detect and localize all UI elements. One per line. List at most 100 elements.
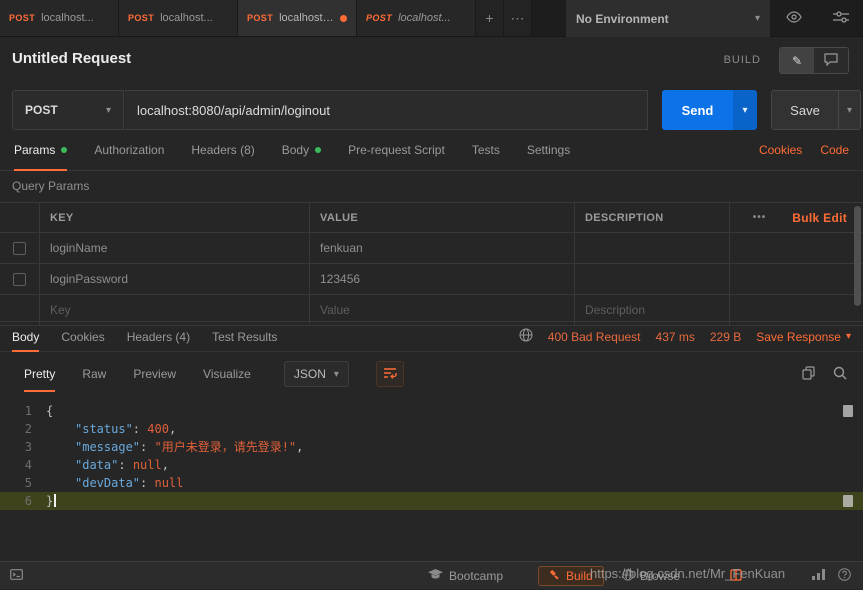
param-description-cell[interactable] (575, 264, 730, 294)
green-dot-icon (61, 147, 67, 153)
edit-title-button[interactable]: ✎ (780, 48, 814, 73)
wrap-text-button[interactable] (376, 361, 404, 387)
param-key-cell[interactable]: loginPassword (40, 264, 310, 294)
param-description-cell[interactable] (575, 233, 730, 263)
save-response-button[interactable]: Save Response ▾ (756, 330, 851, 344)
response-tab-headers[interactable]: Headers (4) (127, 322, 190, 351)
response-view-toolbar: Pretty Raw Preview Visualize JSON ▾ (0, 353, 863, 395)
help-button[interactable] (838, 562, 851, 590)
save-response-label: Save Response (756, 330, 841, 344)
tab-params[interactable]: Params (14, 130, 67, 170)
tab-authorization[interactable]: Authorization (94, 130, 164, 170)
tab-method-label: POST (9, 13, 35, 23)
view-raw[interactable]: Raw (82, 353, 106, 395)
response-tab-cookies[interactable]: Cookies (61, 322, 104, 351)
bootcamp-button[interactable]: Bootcamp (428, 562, 503, 590)
method-value: POST (25, 103, 58, 117)
environment-quick-look-button[interactable] (776, 0, 812, 37)
param-key-cell[interactable]: loginName (40, 233, 310, 263)
code-line-active: 6 } (0, 492, 863, 510)
params-more-button[interactable]: ••• (753, 212, 767, 223)
tab-title: localhost... (160, 12, 228, 24)
tab-title: localhost... (41, 12, 109, 24)
save-button[interactable]: Save (771, 90, 839, 130)
tab-method-label: POST (366, 13, 392, 23)
chevron-down-icon: ▾ (846, 331, 851, 342)
new-tab-button[interactable]: + (476, 0, 504, 36)
response-meta: 400 Bad Request 437 ms 229 B Save Respon… (519, 321, 851, 352)
tab-label: Pre-request Script (348, 143, 445, 157)
param-value-cell[interactable]: fenkuan (310, 233, 575, 263)
browse-label: Browse (640, 569, 680, 583)
environment-selector[interactable]: No Environment ▾ (566, 0, 770, 37)
unsaved-dot-icon (340, 15, 347, 22)
tab-body[interactable]: Body (282, 130, 321, 170)
cookies-link[interactable]: Cookies (759, 143, 802, 157)
globe-icon[interactable] (519, 328, 533, 345)
view-visualize[interactable]: Visualize (203, 353, 251, 395)
browse-toggle-button[interactable]: Browse (622, 562, 680, 590)
text-cursor (54, 494, 56, 507)
tab-prerequest-script[interactable]: Pre-request Script (348, 130, 445, 170)
line-number: 4 (0, 456, 46, 474)
query-params-title: Query Params (12, 179, 89, 193)
trash-button[interactable] (812, 562, 825, 590)
code-link[interactable]: Code (820, 143, 849, 157)
view-preview[interactable]: Preview (133, 353, 176, 395)
two-pane-button[interactable] (730, 562, 742, 590)
scrollbar-marker (843, 495, 853, 507)
search-icon[interactable] (833, 366, 847, 383)
send-button[interactable]: Send (662, 90, 733, 130)
line-number: 1 (0, 402, 46, 420)
copy-icon[interactable] (802, 366, 815, 383)
request-tab-preview[interactable]: POST localhost... (357, 0, 476, 36)
chevron-down-icon: ▾ (742, 105, 747, 116)
comments-button[interactable] (814, 48, 848, 73)
send-options-button[interactable]: ▾ (733, 90, 757, 130)
response-tab-body[interactable]: Body (12, 322, 39, 351)
request-tab[interactable]: POST localhost... (119, 0, 238, 36)
console-button[interactable] (10, 562, 23, 590)
tab-tests[interactable]: Tests (472, 130, 500, 170)
signal-icon (812, 569, 825, 583)
view-pretty[interactable]: Pretty (24, 353, 55, 395)
response-body-editor[interactable]: 1 { 2 "status": 400, 3 "message": "用户未登录… (0, 395, 863, 545)
scrollbar-marker (843, 405, 853, 417)
request-tab[interactable]: POST localhost... (0, 0, 119, 36)
environment-settings-button[interactable] (818, 0, 863, 37)
line-number: 2 (0, 420, 46, 438)
tab-label: Settings (527, 143, 570, 157)
bulk-edit-button[interactable]: Bulk Edit (792, 211, 847, 225)
url-input[interactable] (137, 103, 635, 118)
request-title[interactable]: Untitled Request (12, 50, 131, 67)
response-tab-test-results[interactable]: Test Results (212, 322, 277, 351)
tab-label: Cookies (61, 330, 104, 344)
save-options-button[interactable]: ▾ (839, 90, 861, 130)
response-size: 229 B (710, 330, 741, 344)
scrollbar-thumb[interactable] (854, 206, 861, 306)
request-header: Untitled Request BUILD ✎ (0, 37, 863, 82)
param-actions-cell (730, 233, 863, 263)
row-checkbox[interactable] (13, 242, 26, 255)
tab-headers[interactable]: Headers (8) (191, 130, 254, 170)
comment-icon (824, 53, 838, 69)
status-bar: Bootcamp Build Browse (0, 561, 863, 589)
console-icon (10, 569, 23, 583)
request-tab-active[interactable]: POST localhost:... (238, 0, 357, 36)
title-actions-group: ✎ (779, 47, 849, 74)
tab-label: Test Results (212, 330, 277, 344)
bootcamp-label: Bootcamp (449, 569, 503, 583)
line-number: 6 (0, 492, 46, 510)
build-toggle-button[interactable]: Build (538, 566, 604, 586)
row-checkbox[interactable] (13, 273, 26, 286)
tab-options-button[interactable]: ⋯ (504, 0, 532, 36)
tab-settings[interactable]: Settings (527, 130, 570, 170)
param-value-cell[interactable]: 123456 (310, 264, 575, 294)
wrap-text-icon (383, 367, 397, 382)
code-line: 4 "data": null, (0, 456, 863, 474)
browse-globe-icon (622, 569, 634, 584)
pencil-icon: ✎ (792, 54, 802, 68)
format-select[interactable]: JSON ▾ (284, 361, 349, 387)
method-select[interactable]: POST ▾ (12, 90, 124, 130)
chevron-down-icon: ▾ (334, 369, 339, 380)
